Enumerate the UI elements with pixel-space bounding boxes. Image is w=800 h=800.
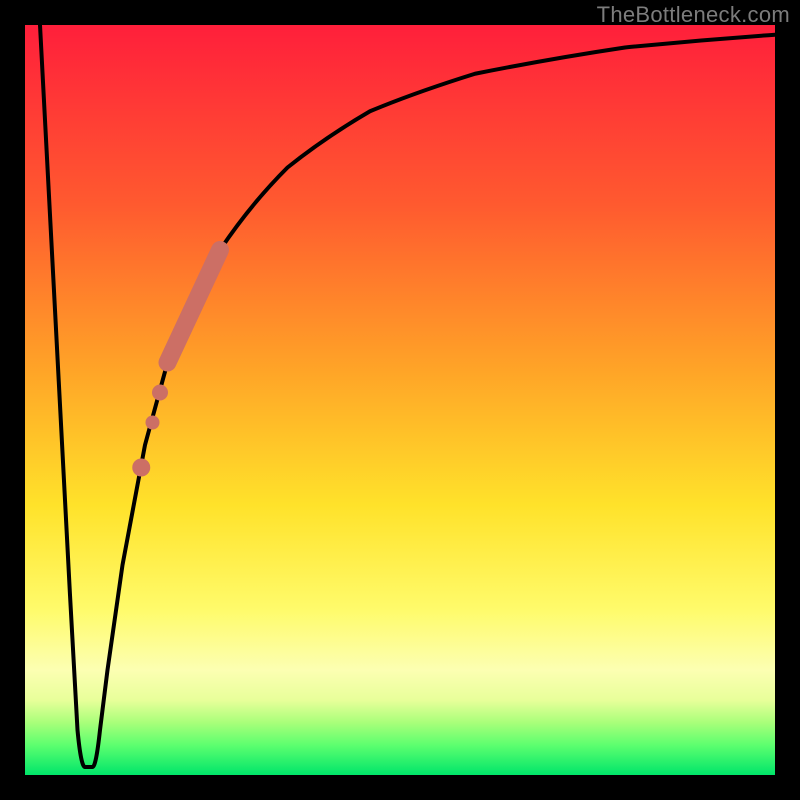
plot-area [25, 25, 775, 775]
highlight-segment [168, 250, 221, 363]
chart-frame: TheBottleneck.com [0, 0, 800, 800]
curve-layer [25, 25, 775, 775]
marker-dot-1 [152, 385, 168, 401]
bottleneck-curve [40, 25, 775, 767]
watermark-text: TheBottleneck.com [597, 2, 790, 28]
marker-dot-3 [132, 459, 150, 477]
marker-dot-2 [146, 416, 160, 430]
